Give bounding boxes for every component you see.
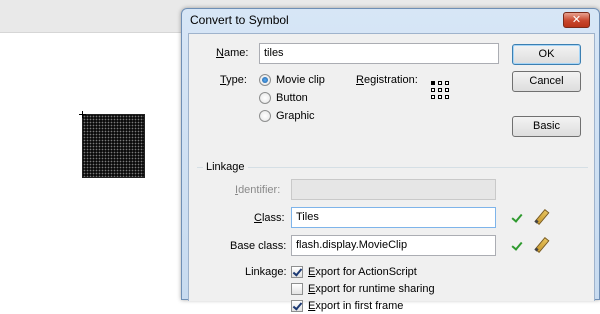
export-actionscript-option[interactable]: Export for ActionScript (291, 266, 471, 280)
type-label: Type: (220, 74, 247, 86)
reg-point-center[interactable] (438, 88, 442, 92)
type-radio-movie-clip[interactable]: Movie clip (259, 74, 359, 88)
close-button[interactable]: ✕ (563, 12, 590, 28)
validate-base-class-check-icon[interactable] (511, 240, 525, 252)
registration-point-icon (79, 111, 86, 118)
reg-point-top-left[interactable] (431, 81, 435, 85)
export-first-frame-option[interactable]: Export in first frame (291, 300, 471, 314)
convert-to-symbol-dialog: Convert to Symbol ✕ Name: tiles Type: Mo… (181, 8, 600, 312)
name-label: Name: (216, 47, 249, 59)
selected-tiles-shape[interactable] (82, 114, 145, 178)
export-runtime-sharing-option[interactable]: Export for runtime sharing (291, 283, 471, 297)
close-icon: ✕ (571, 14, 582, 26)
base-class-label: Base class: (230, 240, 287, 252)
dialog-title: Convert to Symbol (190, 13, 289, 27)
reg-point-top-right[interactable] (445, 81, 449, 85)
export-first-frame-checkbox[interactable] (291, 300, 303, 312)
type-radio-button[interactable]: Button (259, 92, 359, 106)
registration-grid-icon[interactable] (431, 81, 449, 99)
linkage-group-divider (197, 167, 588, 168)
export-runtime-sharing-checkbox[interactable] (291, 283, 303, 295)
dialog-title-bar[interactable]: Convert to Symbol ✕ (182, 9, 599, 31)
identifier-label: Identifier: (235, 184, 281, 196)
reg-point-middle-left[interactable] (431, 88, 435, 92)
edit-class-pencil-icon[interactable] (533, 209, 549, 225)
base-class-input[interactable]: flash.display.MovieClip (291, 235, 496, 256)
linkage-group-legend: Linkage (203, 161, 248, 173)
ok-button[interactable]: OK (512, 44, 581, 65)
reg-point-middle-right[interactable] (445, 88, 449, 92)
reg-point-bottom-left[interactable] (431, 95, 435, 99)
reg-point-bottom-right[interactable] (445, 95, 449, 99)
radio-button[interactable] (259, 92, 271, 104)
type-radio-graphic[interactable]: Graphic (259, 110, 359, 124)
identifier-input (291, 179, 496, 200)
dialog-body: Name: tiles Type: Movie clip Button Grap… (188, 33, 595, 312)
edit-base-class-pencil-icon[interactable] (533, 237, 549, 253)
linkage-options-label: Linkage: (245, 266, 287, 278)
class-label: Class: (254, 212, 285, 224)
radio-graphic[interactable] (259, 110, 271, 122)
export-actionscript-checkbox[interactable] (291, 266, 303, 278)
name-input[interactable]: tiles (259, 43, 499, 64)
registration-label: Registration: (356, 74, 418, 86)
class-input[interactable]: Tiles (291, 207, 496, 228)
reg-point-top-center[interactable] (438, 81, 442, 85)
radio-movie-clip[interactable] (259, 74, 271, 86)
basic-button[interactable]: Basic (512, 116, 581, 137)
reg-point-bottom-center[interactable] (438, 95, 442, 99)
validate-class-check-icon[interactable] (511, 212, 525, 224)
cancel-button[interactable]: Cancel (512, 71, 581, 92)
